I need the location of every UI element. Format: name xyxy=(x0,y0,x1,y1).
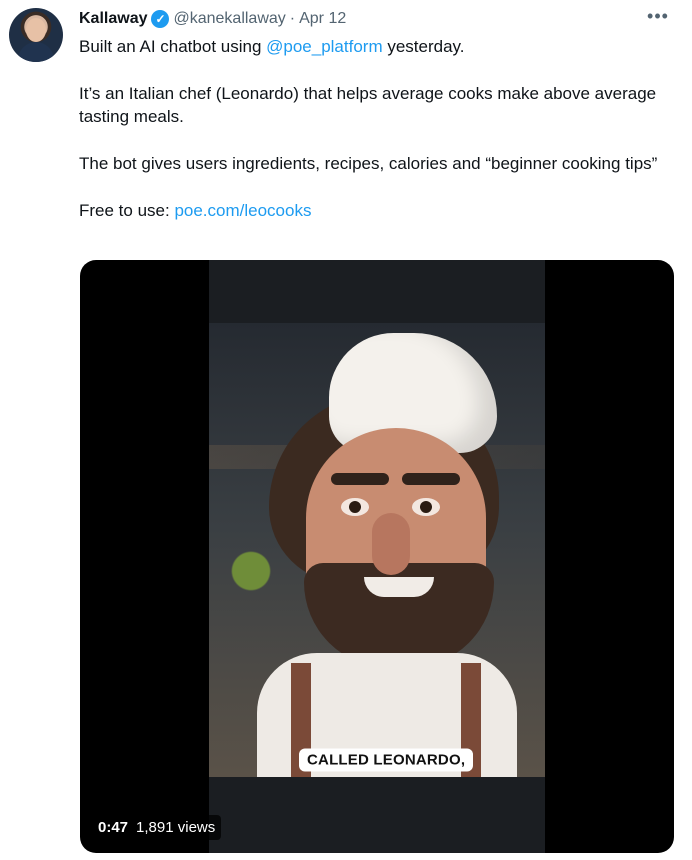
chef-nose xyxy=(372,513,410,575)
video-timecode: 0:47 xyxy=(98,819,129,836)
right-eye xyxy=(412,498,440,516)
user-handle[interactable]: @kanekallaway xyxy=(173,9,285,29)
tweet-text-suffix: yesterday. xyxy=(382,37,465,56)
video-caption: CALLED LEONARDO, xyxy=(299,748,474,772)
video-player[interactable]: CALLED LEONARDO, xyxy=(80,260,674,853)
chef-smile xyxy=(364,577,434,597)
separator-dot: · xyxy=(289,10,296,27)
video-thumbnail: CALLED LEONARDO, xyxy=(209,323,545,777)
free-to-use-label: Free to use: xyxy=(79,201,175,220)
kitchen-bowl xyxy=(209,523,279,643)
right-eyebrow xyxy=(402,473,460,485)
tweet-header: Kallaway ✓ @kanekallaway · Apr 12 xyxy=(79,9,346,29)
avatar-shirt xyxy=(18,42,54,62)
tweet-text: Built an AI chatbot using @poe_platform … xyxy=(79,35,674,246)
tweet-paragraph-4: Free to use: poe.com/leocooks xyxy=(79,199,674,222)
verified-badge-icon: ✓ xyxy=(151,10,170,28)
left-eyebrow xyxy=(331,473,389,485)
avatar-face xyxy=(26,18,46,42)
tweet-date[interactable]: Apr 12 xyxy=(299,9,346,29)
tweet-paragraph-1: Built an AI chatbot using @poe_platform … xyxy=(79,35,674,58)
display-name[interactable]: Kallaway xyxy=(79,9,147,29)
video-views: 1,891 views xyxy=(136,819,216,836)
mention-link[interactable]: @poe_platform xyxy=(266,37,383,56)
left-eye xyxy=(341,498,369,516)
poe-link[interactable]: poe.com/leocooks xyxy=(174,201,311,220)
avatar[interactable] xyxy=(9,8,63,62)
tweet-text-prefix: Built an AI chatbot using xyxy=(79,37,267,56)
watermark-text: 大数据区 xyxy=(8,840,57,854)
tweet-paragraph-3: The bot gives users ingredients, recipes… xyxy=(79,154,658,173)
video-stats: 0:47 1,891 views xyxy=(92,815,222,840)
tweet-paragraph-2: It’s an Italian chef (Leonardo) that hel… xyxy=(79,84,657,126)
more-options-icon[interactable]: ••• xyxy=(643,7,673,31)
tweet-card[interactable]: Kallaway ✓ @kanekallaway · Apr 12 ••• Bu… xyxy=(0,0,692,860)
